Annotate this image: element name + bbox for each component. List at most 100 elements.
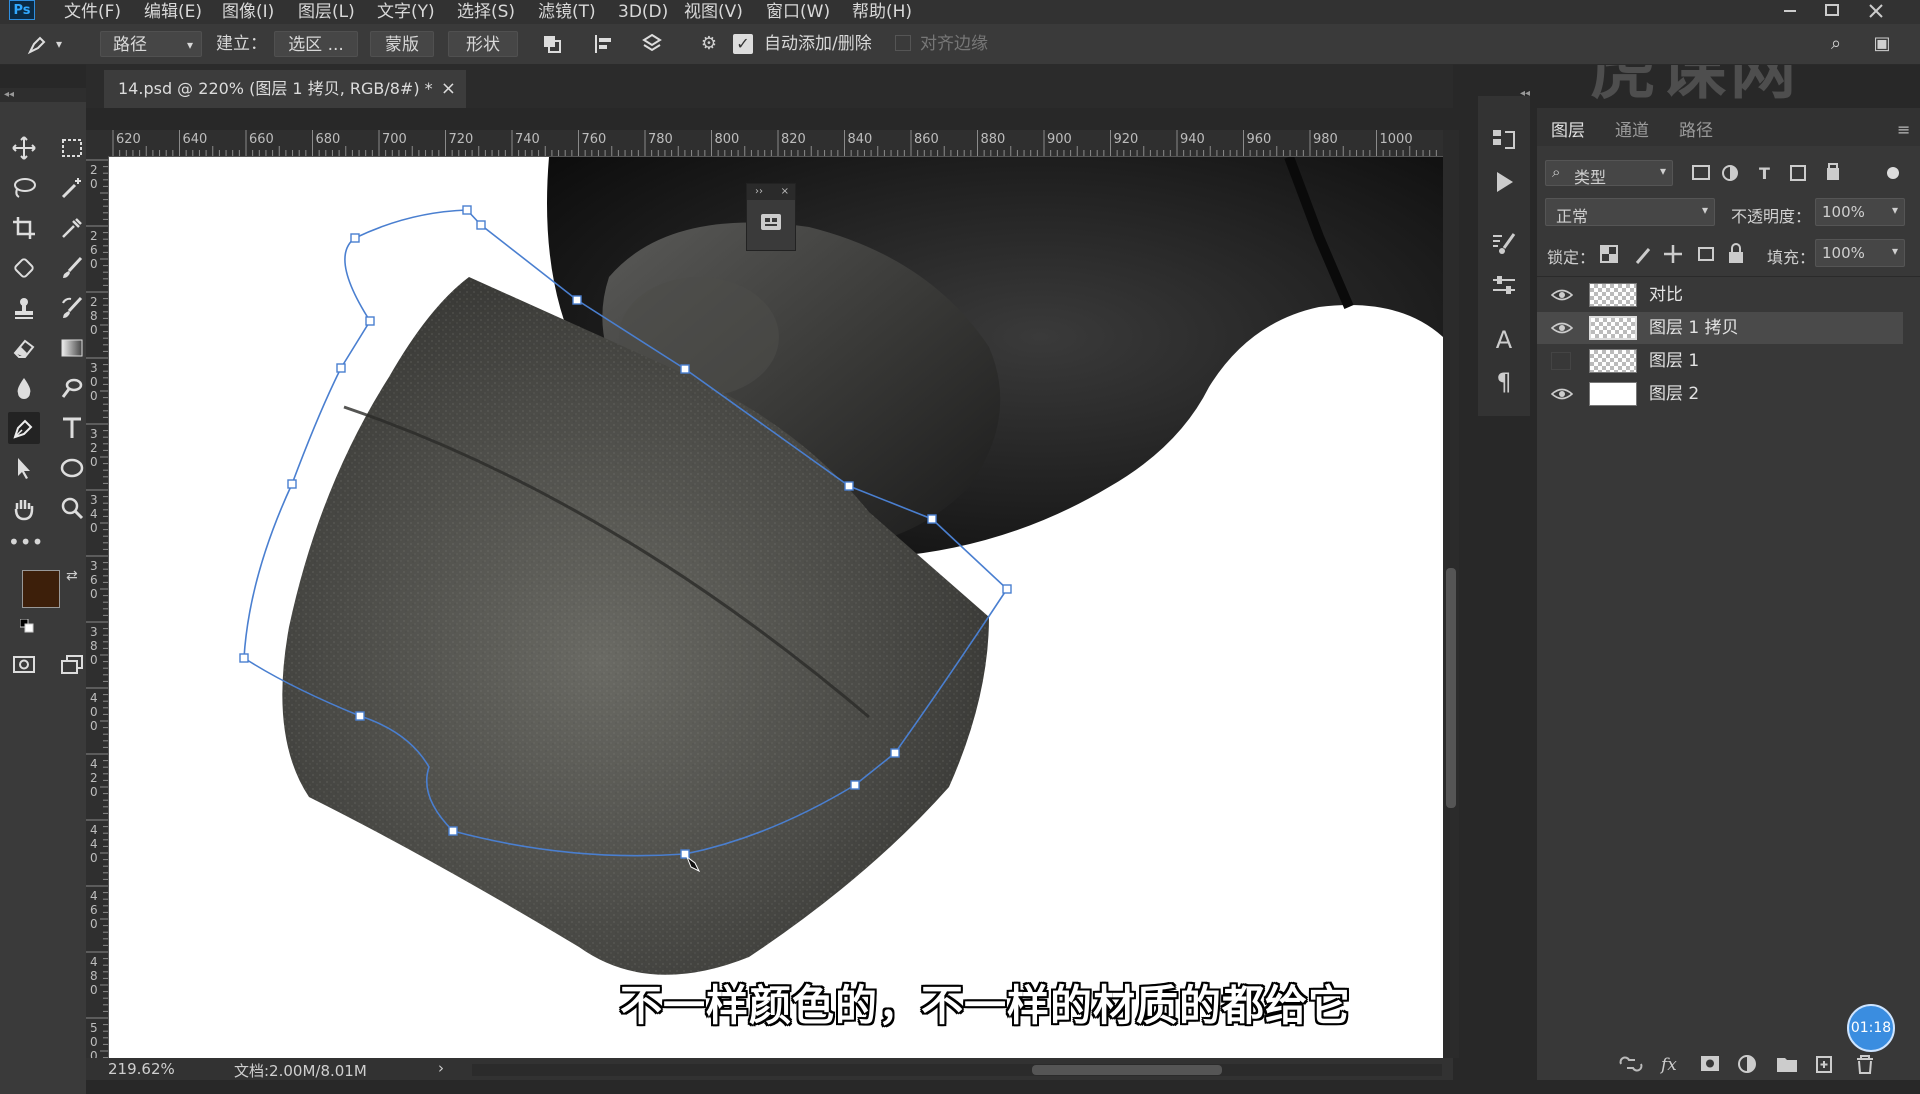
pen-tool-icon[interactable] — [8, 412, 40, 444]
tab-channels[interactable]: 通道 — [1615, 116, 1649, 146]
brush-settings-icon[interactable] — [1490, 230, 1518, 258]
path-selection-tool-icon[interactable] — [8, 452, 40, 484]
layers-footer-icons[interactable]: fx — [1617, 1052, 1917, 1076]
default-colors-icon[interactable] — [19, 618, 34, 633]
auto-add-delete-checkbox[interactable]: ✓ — [733, 34, 753, 54]
status-menu-arrow-icon[interactable]: › — [438, 1059, 444, 1077]
layer-row[interactable]: 图层 2 — [1537, 378, 1903, 410]
horizontal-scrollbar[interactable] — [472, 1064, 1442, 1076]
vertical-scrollbar-thumb[interactable] — [1446, 568, 1456, 808]
blend-mode-select[interactable]: 正常 ▾ — [1545, 198, 1715, 226]
properties-icon[interactable] — [759, 210, 783, 234]
fill-input[interactable]: 100% ▾ — [1815, 239, 1905, 267]
anchor-point[interactable] — [448, 826, 458, 836]
pen-tool-preset-icon[interactable] — [26, 32, 50, 56]
brush-tool-icon[interactable] — [56, 252, 88, 284]
menu-3d[interactable]: 3D(D) — [618, 0, 668, 24]
search-icon[interactable]: ⌕ — [1824, 32, 1848, 56]
magic-wand-tool-icon[interactable] — [56, 172, 88, 204]
actions-play-icon[interactable] — [1490, 168, 1518, 196]
floating-palette[interactable]: ›› × — [746, 183, 796, 251]
mode-select[interactable]: 路径 ▾ — [100, 31, 202, 57]
anchor-point[interactable] — [850, 780, 860, 790]
adjustments-sliders-icon[interactable] — [1490, 272, 1518, 300]
type-tool-icon[interactable] — [56, 412, 88, 444]
mask-button[interactable]: 蒙版 — [370, 31, 434, 57]
anchor-point[interactable] — [680, 849, 690, 859]
path-alignment-icon[interactable] — [592, 32, 616, 56]
anchor-point[interactable] — [287, 479, 297, 489]
chevron-down-icon[interactable]: ▾ — [56, 31, 62, 57]
vertical-scrollbar[interactable] — [1443, 130, 1459, 1058]
menu-select[interactable]: 选择(S) — [457, 0, 515, 24]
anchor-point[interactable] — [336, 363, 346, 373]
marquee-tool-icon[interactable] — [56, 132, 88, 164]
anchor-point[interactable] — [927, 514, 937, 524]
menu-layer[interactable]: 图层(L) — [298, 0, 355, 24]
visibility-toggle-off[interactable] — [1551, 352, 1571, 370]
eye-icon[interactable] — [1551, 286, 1573, 304]
zoom-tool-icon[interactable] — [56, 492, 88, 524]
toolbar-collapse-icon[interactable]: ◂◂ — [0, 88, 86, 102]
path-arrangement-icon[interactable] — [640, 32, 664, 56]
layer-filter-select[interactable]: ⌕ 类型 ▾ — [1545, 160, 1673, 187]
document-canvas[interactable]: ›› × — [109, 157, 1443, 1058]
tab-layers[interactable]: 图层 — [1551, 116, 1585, 146]
anchor-point[interactable] — [890, 748, 900, 758]
anchor-point[interactable] — [355, 711, 365, 721]
anchor-point[interactable] — [476, 220, 486, 230]
hand-tool-icon[interactable] — [8, 492, 40, 524]
history-icon[interactable] — [1490, 126, 1518, 154]
menu-file[interactable]: 文件(F) — [64, 0, 121, 24]
layer-row[interactable]: 图层 1 — [1537, 345, 1903, 377]
move-tool-icon[interactable] — [8, 132, 40, 164]
horizontal-scrollbar-thumb[interactable] — [1032, 1065, 1222, 1075]
eraser-tool-icon[interactable] — [8, 332, 40, 364]
menu-edit[interactable]: 编辑(E) — [144, 0, 202, 24]
character-panel-icon[interactable]: A — [1490, 326, 1518, 354]
more-tools-icon[interactable]: ••• — [8, 530, 43, 562]
eyedropper-tool-icon[interactable] — [56, 212, 88, 244]
eye-icon[interactable] — [1551, 385, 1573, 403]
menu-view[interactable]: 视图(V) — [684, 0, 743, 24]
shape-button[interactable]: 形状 — [448, 31, 518, 57]
anchor-point[interactable] — [680, 364, 690, 374]
menu-window[interactable]: 窗口(W) — [766, 0, 830, 24]
menu-help[interactable]: 帮助(H) — [852, 0, 912, 24]
layer-filter-icons[interactable]: T — [1687, 162, 1917, 184]
healing-brush-tool-icon[interactable] — [8, 252, 40, 284]
selection-button[interactable]: 选区 ... — [274, 31, 358, 57]
anchor-point[interactable] — [365, 316, 375, 326]
photoshop-logo-icon[interactable]: Ps — [9, 0, 35, 20]
panel-menu-icon[interactable]: ≡ — [1897, 120, 1910, 139]
layer-row-selected[interactable]: 图层 1 拷贝 — [1537, 312, 1903, 344]
eye-icon[interactable] — [1551, 319, 1573, 337]
anchor-point[interactable] — [350, 233, 360, 243]
path-operations-icon[interactable] — [540, 32, 564, 56]
lock-options-icons[interactable] — [1599, 243, 1759, 265]
workspace-icon[interactable]: ▣ — [1870, 32, 1894, 56]
document-tab[interactable]: 14.psd @ 220% (图层 1 拷贝, RGB/8#) * × — [104, 70, 466, 108]
opacity-input[interactable]: 100% ▾ — [1815, 198, 1905, 226]
history-brush-tool-icon[interactable] — [56, 292, 88, 324]
screen-mode-icon[interactable] — [56, 648, 88, 680]
quick-mask-icon[interactable] — [8, 648, 40, 680]
close-tab-icon[interactable]: × — [441, 70, 456, 108]
swap-colors-icon[interactable]: ⇄ — [66, 568, 78, 584]
menu-type[interactable]: 文字(Y) — [377, 0, 435, 24]
anchor-point[interactable] — [1002, 584, 1012, 594]
ellipse-tool-icon[interactable] — [56, 452, 88, 484]
dodge-tool-icon[interactable] — [56, 372, 88, 404]
palette-close-icon[interactable]: × — [781, 184, 789, 200]
layer-row[interactable]: 对比 — [1537, 279, 1903, 311]
tab-paths[interactable]: 路径 — [1679, 116, 1713, 146]
palette-expand-icon[interactable]: ›› — [755, 184, 763, 200]
gradient-tool-icon[interactable] — [56, 332, 88, 364]
anchor-point[interactable] — [572, 295, 582, 305]
align-edges-checkbox[interactable] — [895, 35, 911, 51]
zoom-level[interactable]: 219.62% — [108, 1060, 175, 1078]
gear-icon[interactable]: ⚙ — [697, 32, 721, 56]
paragraph-panel-icon[interactable]: ¶ — [1490, 368, 1518, 396]
menu-image[interactable]: 图像(I) — [222, 0, 274, 24]
crop-tool-icon[interactable] — [8, 212, 40, 244]
